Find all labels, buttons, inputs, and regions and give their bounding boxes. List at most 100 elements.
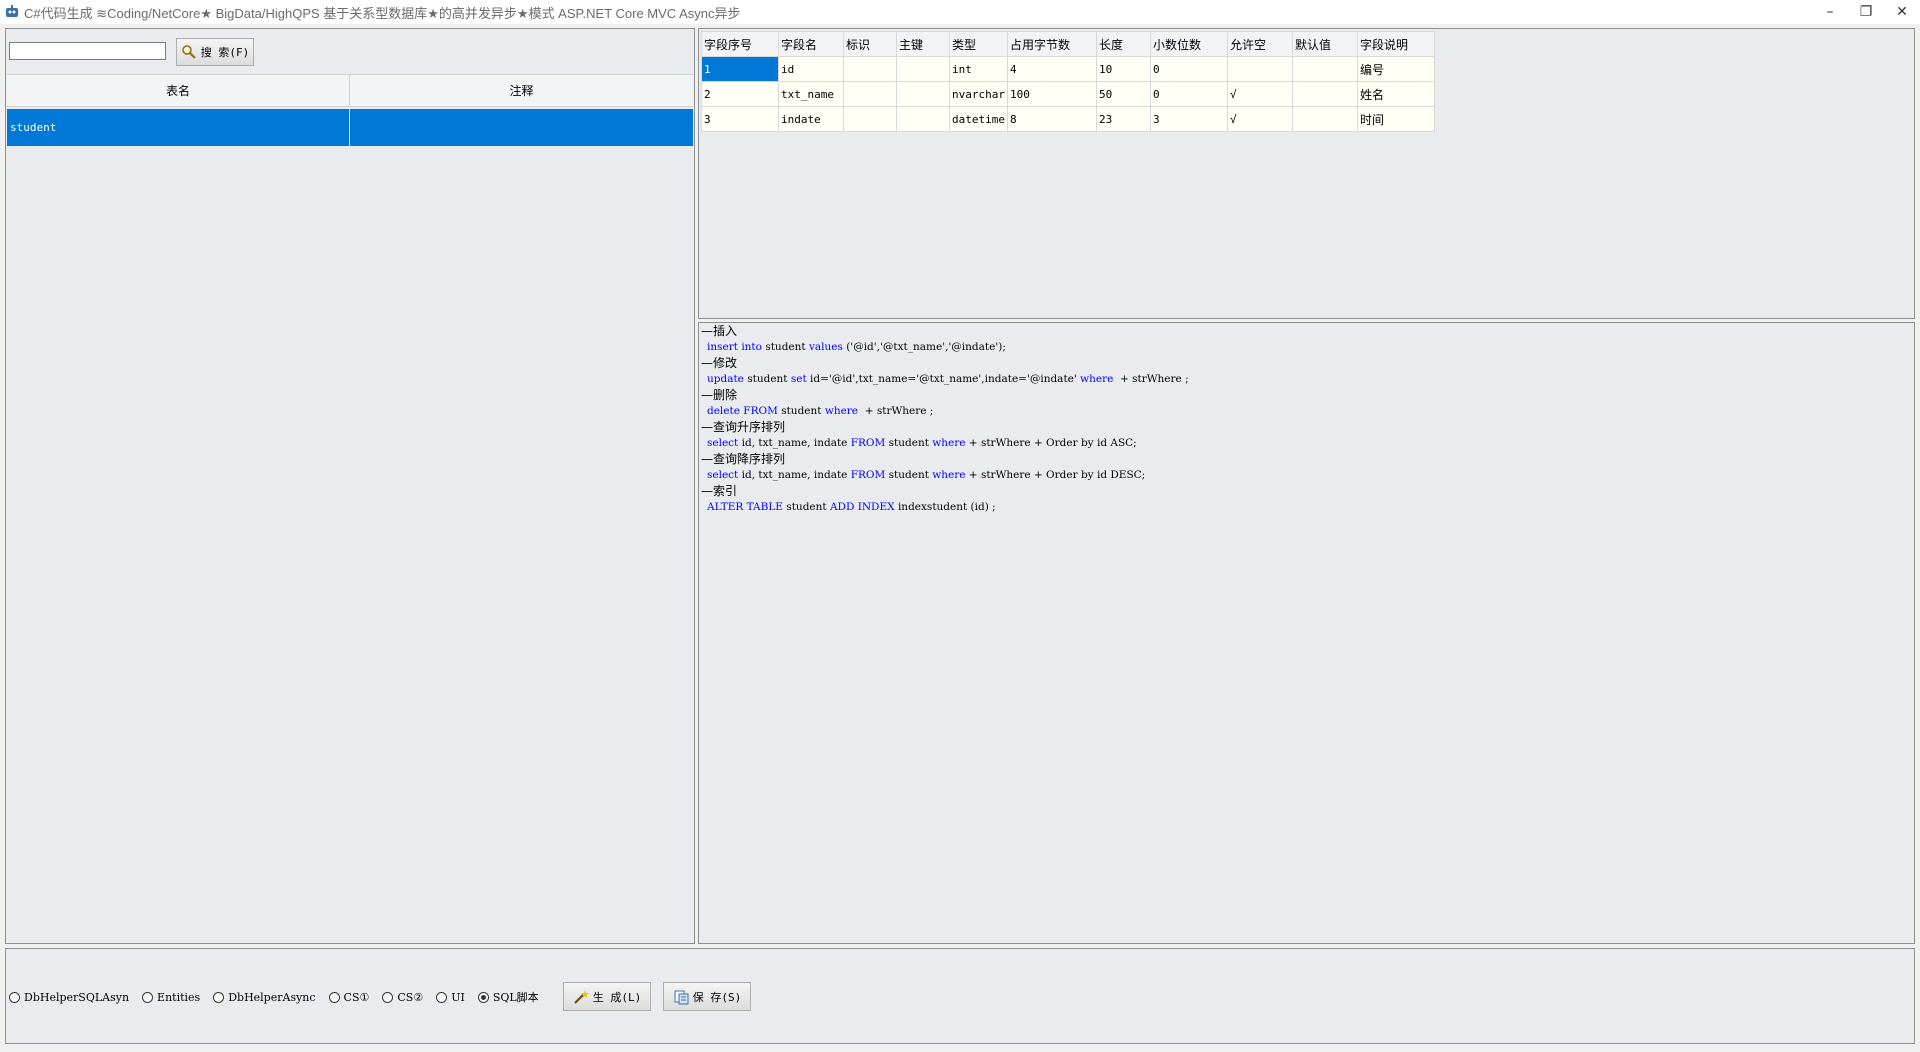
- generate-button-label: 生 成(L): [592, 990, 642, 1004]
- table-name-cell[interactable]: student: [7, 109, 350, 146]
- radio-circle-checked[interactable]: [477, 991, 489, 1003]
- field-scale-cell[interactable]: 0: [1149, 56, 1228, 82]
- field-type-cell[interactable]: nvarchar: [949, 81, 1008, 107]
- sql-text: + strWhere + Order by id DESC;: [965, 469, 1146, 481]
- field-seq-cell[interactable]: 3: [701, 106, 779, 132]
- table-row[interactable]: 3 indate datetime 8 23 3 √ 时间: [701, 106, 1435, 132]
- column-header-type[interactable]: 类型: [949, 31, 1008, 57]
- radio-cs2[interactable]: CS②: [382, 991, 423, 1004]
- sql-keyword: where: [824, 405, 859, 417]
- sql-keyword: where: [1080, 373, 1114, 385]
- field-bytes-cell[interactable]: 100: [1006, 81, 1097, 107]
- table-row[interactable]: student: [7, 109, 693, 146]
- sql-keyword: insert: [707, 341, 738, 353]
- field-desc-cell[interactable]: 编号: [1356, 56, 1435, 82]
- sql-comment-select-desc: —查询降序排列: [701, 452, 786, 466]
- fields-panel: 字段序号 字段名 标识 主键 类型 占用字节数 长度 小数位数 允许空 默认值 …: [698, 28, 1915, 319]
- sql-text: + strWhere + Order by id ASC;: [965, 437, 1137, 449]
- column-header-comment[interactable]: 注释: [350, 75, 693, 106]
- table-comment-cell[interactable]: [350, 109, 693, 146]
- field-length-cell[interactable]: 23: [1095, 106, 1151, 132]
- radio-circle[interactable]: [9, 991, 20, 1003]
- field-pk-cell[interactable]: [896, 106, 950, 132]
- magnifier-icon: [181, 44, 197, 60]
- field-nullable-cell[interactable]: √: [1226, 106, 1293, 132]
- field-desc-cell[interactable]: 时间: [1356, 106, 1435, 132]
- column-header-seq[interactable]: 字段序号: [701, 31, 779, 57]
- radio-label: CS①: [343, 990, 370, 1004]
- radio-circle[interactable]: [436, 991, 448, 1003]
- field-nullable-cell[interactable]: √: [1226, 81, 1293, 107]
- column-header-description[interactable]: 字段说明: [1356, 31, 1435, 57]
- field-name-cell[interactable]: id: [778, 56, 844, 82]
- column-header-bytes[interactable]: 占用字节数: [1006, 31, 1097, 57]
- sql-text: + strWhere ;: [1113, 373, 1189, 385]
- restore-icon[interactable]: ❐: [1848, 0, 1884, 24]
- sql-keyword: where: [932, 437, 966, 449]
- radio-ui[interactable]: UI: [436, 991, 465, 1004]
- field-nullable-cell[interactable]: [1226, 56, 1293, 82]
- sql-line-index: ALTER TABLE student ADD INDEX indexstude…: [701, 499, 1189, 515]
- sql-script-text[interactable]: —插入 insert into student values ('@id','@…: [701, 323, 1189, 515]
- sql-keyword: ALTER TABLE: [707, 501, 783, 513]
- radio-dbhelper-async[interactable]: DbHelperAsync: [213, 990, 316, 1004]
- radio-label: SQL脚本: [492, 991, 539, 1004]
- sql-text: student: [743, 373, 791, 385]
- column-header-table-name[interactable]: 表名: [7, 75, 350, 106]
- field-bytes-cell[interactable]: 8: [1006, 106, 1097, 132]
- sql-text: id='@id',txt_name='@txt_name',indate='@i…: [806, 373, 1081, 385]
- field-name-cell[interactable]: txt_name: [778, 81, 844, 107]
- field-seq-cell[interactable]: 1: [701, 56, 779, 82]
- column-header-length[interactable]: 长度: [1095, 31, 1151, 57]
- field-seq-cell[interactable]: 2: [701, 81, 779, 107]
- field-identity-cell[interactable]: [843, 81, 897, 107]
- sql-keyword: where: [932, 469, 966, 481]
- field-pk-cell[interactable]: [896, 56, 950, 82]
- radio-circle[interactable]: [382, 991, 394, 1003]
- fields-grid: 字段序号 字段名 标识 主键 类型 占用字节数 长度 小数位数 允许空 默认值 …: [701, 31, 1435, 132]
- field-identity-cell[interactable]: [843, 56, 897, 82]
- search-input[interactable]: [9, 42, 166, 60]
- radio-circle[interactable]: [142, 991, 154, 1003]
- sql-comment-insert: —插入: [701, 324, 738, 338]
- field-type-cell[interactable]: datetime: [949, 106, 1008, 132]
- table-row[interactable]: 2 txt_name nvarchar 100 50 0 √ 姓名: [701, 81, 1435, 107]
- radio-label: DbHelperAsync: [228, 990, 316, 1004]
- radio-entities[interactable]: Entities: [142, 991, 200, 1004]
- column-header-field-name[interactable]: 字段名: [778, 31, 844, 57]
- field-scale-cell[interactable]: 0: [1149, 81, 1228, 107]
- radio-cs1[interactable]: CS①: [328, 990, 370, 1004]
- field-length-cell[interactable]: 10: [1095, 56, 1151, 82]
- search-button[interactable]: 搜 索(F): [176, 38, 254, 66]
- sql-script-editor[interactable]: —插入 insert into student values ('@id','@…: [698, 322, 1915, 944]
- window-controls: – ❐ ✕: [1812, 0, 1920, 24]
- field-scale-cell[interactable]: 3: [1149, 106, 1228, 132]
- save-button[interactable]: 保 存(S): [663, 982, 751, 1011]
- radio-circle[interactable]: [328, 991, 340, 1003]
- column-header-identity[interactable]: 标识: [843, 31, 897, 57]
- column-header-scale[interactable]: 小数位数: [1149, 31, 1228, 57]
- field-bytes-cell[interactable]: 4: [1006, 56, 1097, 82]
- field-pk-cell[interactable]: [896, 81, 950, 107]
- column-header-primary-key[interactable]: 主键: [896, 31, 950, 57]
- radio-sql-script[interactable]: SQL脚本: [477, 989, 539, 1005]
- radio-dbhelper-sqlasyn[interactable]: DbHelperSQLAsyn: [9, 991, 129, 1004]
- field-default-cell[interactable]: [1291, 81, 1358, 107]
- field-name-cell[interactable]: indate: [778, 106, 844, 132]
- generate-button[interactable]: 生 成(L): [563, 982, 651, 1011]
- field-default-cell[interactable]: [1291, 106, 1358, 132]
- field-type-cell[interactable]: int: [949, 56, 1008, 82]
- sql-line-select-asc: select id, txt_name, indate FROM student…: [701, 435, 1189, 451]
- table-row[interactable]: 1 id int 4 10 0 编号: [701, 56, 1435, 82]
- minimize-icon[interactable]: –: [1812, 0, 1848, 24]
- column-header-nullable[interactable]: 允许空: [1226, 31, 1293, 57]
- sql-keyword: update: [707, 373, 744, 385]
- field-desc-cell[interactable]: 姓名: [1356, 81, 1435, 107]
- column-header-default[interactable]: 默认值: [1291, 31, 1358, 57]
- field-identity-cell[interactable]: [843, 106, 897, 132]
- close-icon[interactable]: ✕: [1884, 0, 1920, 24]
- search-button-label: 搜 索(F): [200, 46, 250, 59]
- field-default-cell[interactable]: [1291, 56, 1358, 82]
- radio-circle[interactable]: [213, 991, 225, 1003]
- field-length-cell[interactable]: 50: [1095, 81, 1151, 107]
